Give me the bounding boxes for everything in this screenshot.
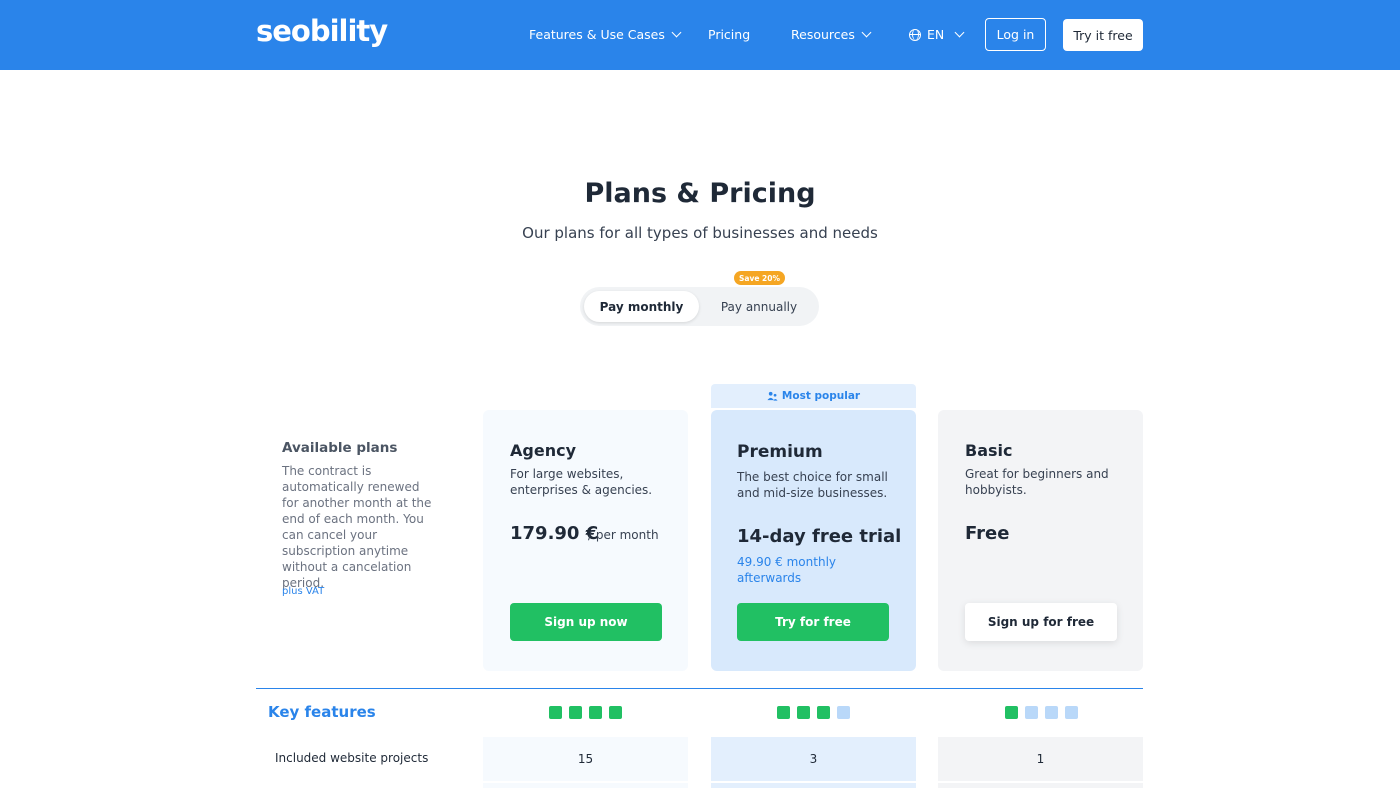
rating-square-premium	[837, 706, 850, 719]
rating-square-premium	[797, 706, 810, 719]
plan-desc-premium: The best choice for small and mid-size b…	[737, 470, 888, 500]
plan-desc-agency: For large websites, enterprises & agenci…	[510, 467, 653, 497]
billing-toggle: Pay monthly Pay annually	[580, 287, 819, 326]
save-badge: Save 20%	[734, 271, 785, 285]
plan-price-suffix-agency: / per month	[588, 528, 659, 542]
plan-price-basic: Free	[965, 523, 1010, 544]
sign-up-now-button[interactable]: Sign up now	[510, 603, 662, 641]
rating-square-premium	[777, 706, 790, 719]
seobility-logo[interactable]: seobility	[256, 14, 388, 48]
feature-cell-basic: 1	[938, 737, 1143, 781]
page-title: Plans & Pricing	[584, 178, 816, 209]
most-popular-label: Most popular	[781, 390, 861, 402]
feature-next-row-premium	[711, 783, 916, 788]
pay-monthly-option[interactable]: Pay monthly	[584, 291, 699, 322]
available-plans-heading: Available plans	[282, 440, 398, 456]
top-navigation-bar: seobility Features & Use Cases Pricing R…	[0, 0, 1400, 70]
chevron-down-icon	[954, 27, 965, 38]
plan-desc-basic: Great for beginners and hobbyists.	[965, 467, 1109, 497]
sign-up-for-free-button[interactable]: Sign up for free	[965, 603, 1117, 641]
rating-square-basic	[1005, 706, 1018, 719]
feature-next-row-basic	[938, 783, 1143, 788]
feature-next-row-agency	[483, 783, 688, 788]
plan-name-premium: Premium	[737, 442, 823, 462]
nav-pricing-link[interactable]: Pricing	[708, 27, 750, 42]
rating-square-basic	[1025, 706, 1038, 719]
plan-name-agency: Agency	[510, 441, 576, 460]
plan-price-premium: 14-day free trial	[737, 526, 902, 547]
users-icon	[767, 391, 778, 401]
rating-square-agency	[569, 706, 582, 719]
nav-pricing-label: Pricing	[708, 27, 751, 42]
chevron-down-icon	[671, 27, 682, 38]
nav-features-label: Features & Use Cases	[529, 27, 665, 42]
try-for-free-button[interactable]: Try for free	[737, 603, 889, 641]
section-divider	[256, 688, 1143, 689]
page-subtitle: Our plans for all types of businesses an…	[522, 224, 878, 242]
rating-square-agency	[549, 706, 562, 719]
try-it-free-button[interactable]: Try it free	[1063, 19, 1143, 51]
plan-price-agency: 179.90 €	[510, 523, 599, 544]
nav-resources-label: Resources	[791, 27, 855, 42]
plan-after-note-premium: 49.90 € monthly afterwards	[737, 555, 836, 585]
rating-square-agency	[609, 706, 622, 719]
nav-features-dropdown[interactable]: Features & Use Cases	[529, 27, 682, 42]
feature-cell-agency: 15	[483, 737, 688, 781]
nav-resources-dropdown[interactable]: Resources	[791, 27, 872, 42]
language-label: EN	[927, 27, 945, 42]
feature-cell-premium: 3	[711, 737, 916, 781]
key-features-heading: Key features	[268, 703, 376, 721]
chevron-down-icon	[861, 27, 872, 38]
feature-row-label: Included website projects	[275, 751, 429, 765]
language-selector[interactable]: EN	[909, 27, 965, 42]
most-popular-badge: Most popular	[711, 384, 916, 408]
rating-square-agency	[589, 706, 602, 719]
rating-square-premium	[817, 706, 830, 719]
login-button[interactable]: Log in	[985, 18, 1046, 51]
rating-square-basic	[1045, 706, 1058, 719]
globe-icon	[909, 28, 921, 41]
plus-vat-link[interactable]: plus VAT	[282, 586, 324, 597]
plan-name-basic: Basic	[965, 441, 1013, 460]
pay-annually-option[interactable]: Pay annually	[704, 291, 814, 322]
available-plans-text: The contract is automatically renewed fo…	[282, 464, 432, 590]
rating-square-basic	[1065, 706, 1078, 719]
